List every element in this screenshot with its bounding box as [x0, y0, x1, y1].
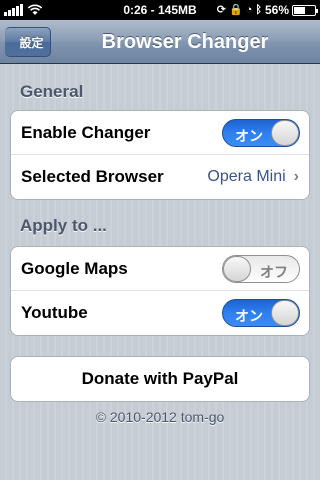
youtube-label: Youtube: [21, 303, 88, 322]
selected-browser-row[interactable]: Selected Browser Opera Mini ›: [11, 155, 309, 199]
google-maps-toggle[interactable]: オフ: [222, 255, 300, 283]
toggle-knob: [223, 256, 251, 282]
toggle-state-label: オフ: [260, 264, 288, 280]
google-maps-row: Google Maps オフ: [11, 247, 309, 291]
general-group: Enable Changer オン Selected Browser Opera…: [10, 110, 310, 200]
donate-paypal-button[interactable]: Donate with PayPal: [10, 356, 310, 402]
copyright-footer: © 2010-2012 tom-go: [95, 409, 225, 425]
back-button[interactable]: 設定: [5, 27, 51, 57]
toggle-state-label: オン: [235, 308, 263, 324]
rotation-lock-icon: 🔒: [229, 4, 243, 16]
alarm-icon: ◔: [245, 4, 253, 16]
navigation-bar: 設定 Browser Changer: [0, 20, 320, 64]
toggle-knob: [271, 300, 299, 326]
enable-changer-label: Enable Changer: [21, 122, 151, 142]
youtube-toggle[interactable]: オン: [222, 299, 300, 327]
enable-changer-row: Enable Changer オン: [11, 111, 309, 155]
page-title: Browser Changer: [101, 31, 269, 53]
back-button-label: 設定: [19, 35, 44, 50]
youtube-row: Youtube オン: [11, 291, 309, 335]
section-header-general: General: [20, 82, 84, 101]
battery-percent: 56%: [264, 3, 289, 17]
status-bar: 0:26 - 145MB ⟳ 🔒 ◔ ᛒ 56%: [0, 0, 320, 20]
google-maps-label: Google Maps: [21, 258, 128, 278]
chevron-right-icon: ›: [293, 168, 299, 185]
selected-browser-label: Selected Browser: [21, 167, 164, 186]
toggle-knob: [271, 120, 299, 146]
bluetooth-icon: ᛒ: [255, 4, 262, 16]
apply-to-group: Google Maps オフ Youtube オン: [10, 246, 310, 336]
toggle-state-label: オン: [235, 128, 263, 144]
sync-icon: ⟳: [216, 4, 226, 16]
section-header-apply-to: Apply to ...: [20, 216, 107, 235]
enable-changer-toggle[interactable]: オン: [222, 119, 300, 147]
selected-browser-value: Opera Mini: [207, 168, 286, 185]
battery-icon: [292, 4, 318, 16]
